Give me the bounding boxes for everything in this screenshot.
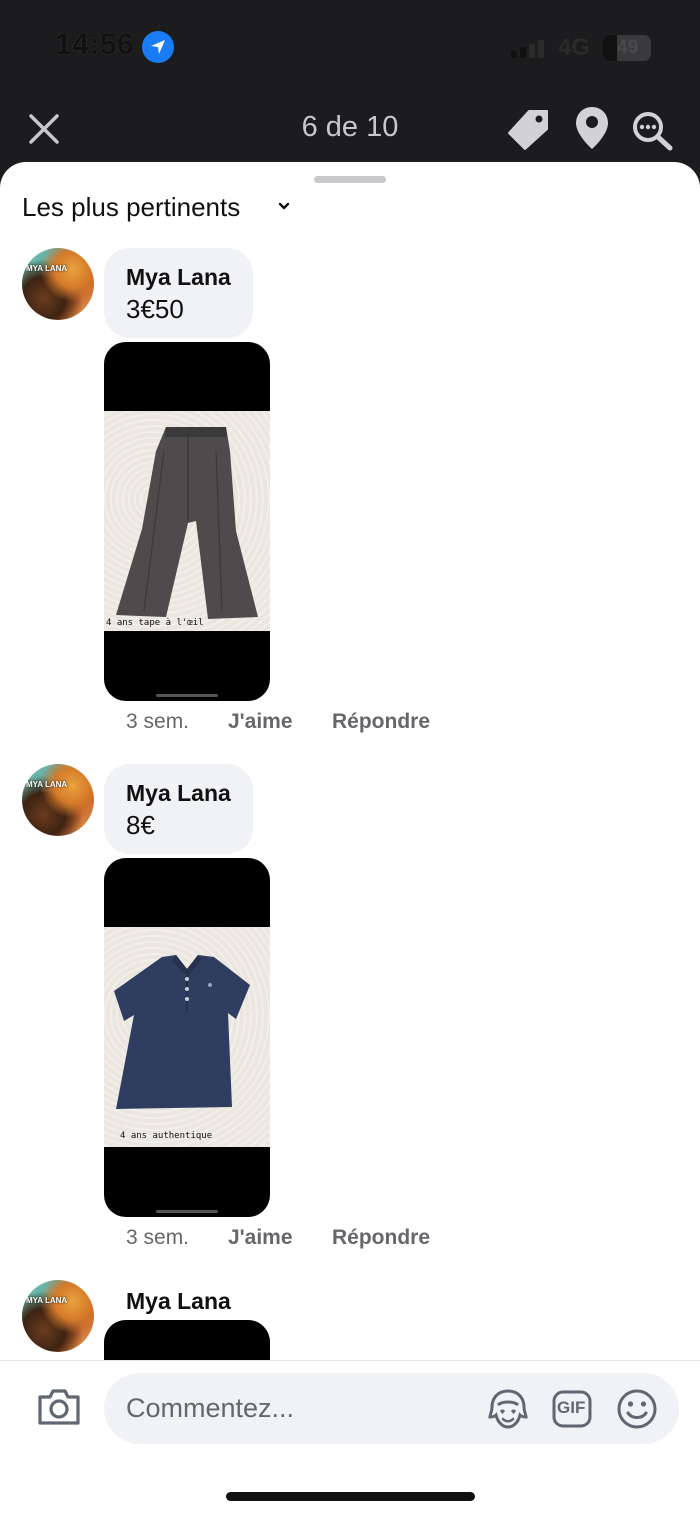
chevron-down-icon — [278, 202, 290, 210]
comment-time[interactable]: 3 sem. — [126, 710, 189, 734]
camera-icon — [38, 1389, 80, 1425]
photo-home-bar — [156, 1210, 218, 1213]
reply-button[interactable]: Répondre — [332, 1226, 430, 1250]
sort-dropdown[interactable]: Les plus pertinents — [22, 192, 240, 223]
comment-time[interactable]: 3 sem. — [126, 1226, 189, 1250]
comment-author[interactable]: Mya Lana — [126, 262, 231, 292]
signal-icon — [511, 40, 545, 58]
reply-button[interactable]: Répondre — [332, 710, 430, 734]
avatar-sticker-button[interactable] — [486, 1387, 530, 1431]
location-arrow-icon — [142, 31, 174, 63]
comment-bubble[interactable]: Mya Lana 8€ — [104, 764, 253, 854]
emoji-button[interactable] — [615, 1387, 659, 1431]
avatar-sticker-icon — [488, 1389, 528, 1429]
tag-button[interactable] — [505, 107, 551, 151]
comments-sheet: Les plus pertinents MYA LANA Mya Lana 3€… — [0, 162, 700, 1515]
avatar-text: MYA LANA — [26, 780, 68, 789]
avatar[interactable]: MYA LANA — [22, 764, 94, 836]
avatar[interactable]: MYA LANA — [22, 248, 94, 320]
search-more-icon — [633, 112, 673, 151]
location-button[interactable] — [574, 105, 610, 151]
status-time: 14:56 — [55, 28, 135, 61]
home-indicator[interactable] — [226, 1492, 475, 1501]
comment-text: 3€50 — [126, 294, 184, 324]
battery-icon: 49 — [603, 35, 651, 61]
photo-caption: 4 ans tape à l'œil — [106, 618, 204, 628]
comment-input[interactable]: Commentez... GIF — [104, 1373, 679, 1444]
sheet-grabber[interactable] — [314, 176, 386, 183]
gif-button[interactable]: GIF — [551, 1389, 593, 1429]
comment-text: 8€ — [126, 810, 155, 840]
status-bar: 14:56 4G 49 — [0, 0, 700, 95]
photo-content: 4 ans tape à l'œil — [104, 411, 270, 631]
avatar-text: MYA LANA — [26, 1296, 68, 1305]
comment-composer: Commentez... GIF — [0, 1360, 700, 1515]
comment-author[interactable]: Mya Lana — [126, 778, 231, 808]
polo-shirt-image — [114, 955, 250, 1109]
avatar[interactable]: MYA LANA — [22, 1280, 94, 1352]
comment-placeholder: Commentez... — [126, 1393, 295, 1423]
screen: 14:56 4G 49 6 de 10 Les plus pertinents … — [0, 0, 700, 1515]
gif-label: GIF — [557, 1398, 586, 1417]
comment-author[interactable]: Mya Lana — [126, 1288, 231, 1315]
zoom-search-button[interactable] — [630, 109, 676, 151]
photo-caption: 4 ans authentique — [120, 1131, 213, 1141]
trousers-image — [116, 427, 258, 619]
like-button[interactable]: J'aime — [228, 1226, 293, 1250]
map-pin-icon — [576, 107, 608, 149]
avatar-text: MYA LANA — [26, 264, 68, 273]
camera-button[interactable] — [36, 1387, 82, 1427]
photo-content: 4 ans authentique — [104, 927, 270, 1147]
emoji-smile-icon — [617, 1389, 657, 1429]
comment-bubble[interactable]: Mya Lana 3€50 — [104, 248, 253, 338]
battery-level: 49 — [617, 37, 639, 58]
photo-home-bar — [156, 694, 218, 697]
viewer-header: 6 de 10 — [0, 95, 700, 165]
comment-photo[interactable]: 4 ans tape à l'œil — [104, 342, 270, 701]
comment-photo[interactable]: 4 ans authentique — [104, 858, 270, 1217]
like-button[interactable]: J'aime — [228, 710, 293, 734]
tag-icon — [508, 110, 548, 150]
network-type: 4G — [558, 34, 591, 61]
